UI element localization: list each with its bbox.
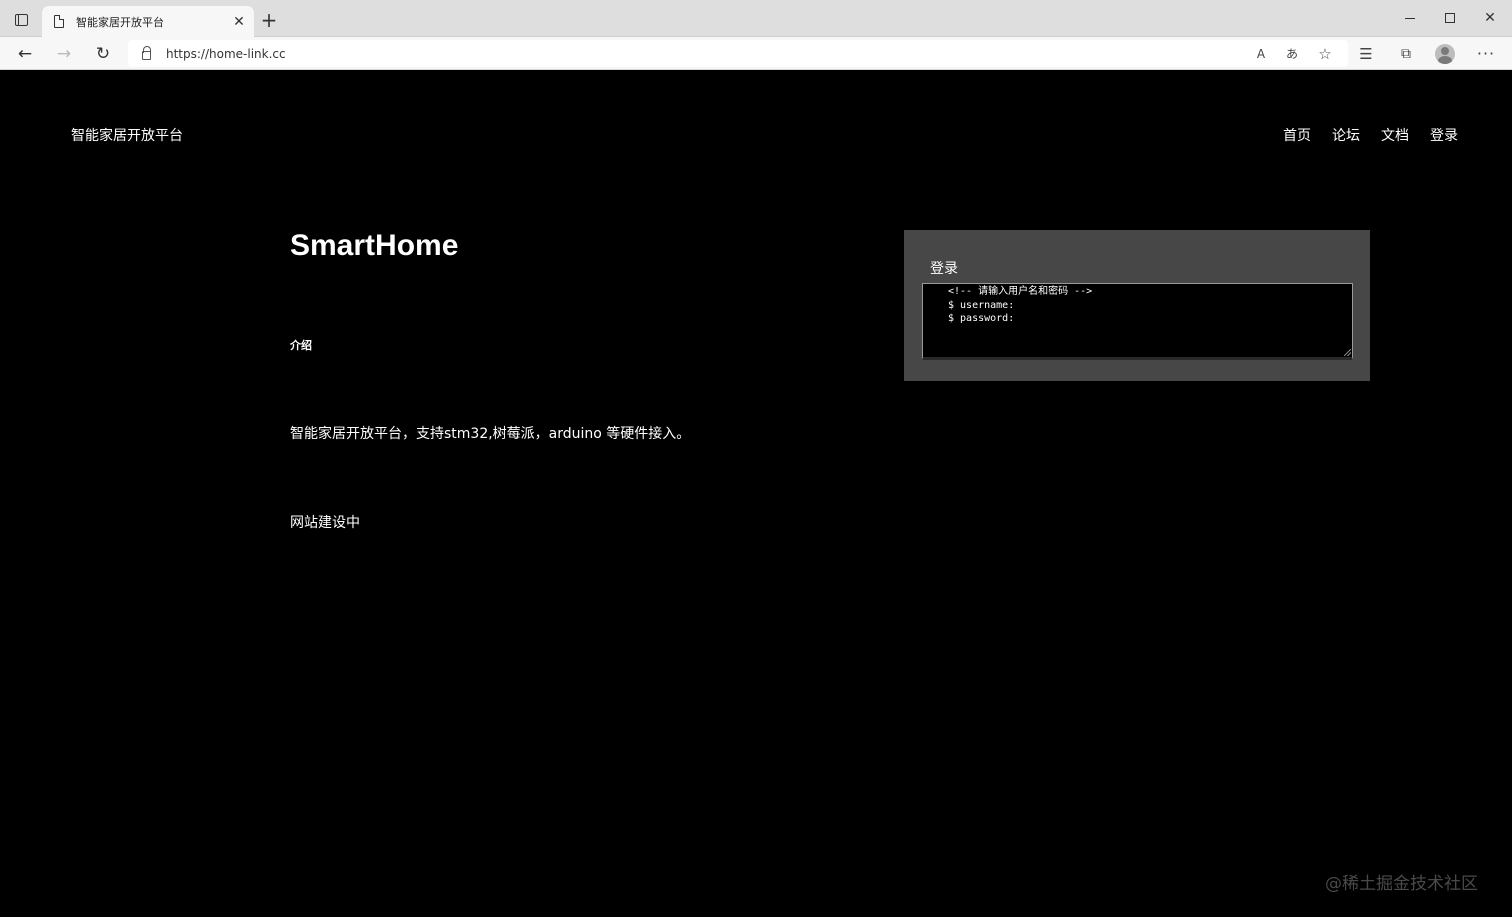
reload-icon[interactable]: ↻ (91, 42, 115, 66)
collections-icon[interactable]: ⧉ (1395, 43, 1417, 65)
add-favorite-icon[interactable]: ☆ (1314, 43, 1336, 65)
hero-title: SmartHome (290, 229, 459, 262)
nav-link-forum[interactable]: 论坛 (1332, 125, 1360, 145)
login-title: 登录 (930, 261, 958, 277)
tab-title: 智能家居开放平台 (76, 15, 164, 29)
back-icon[interactable]: ← (13, 42, 37, 66)
console-password-line: $ password: (948, 313, 1015, 324)
profile-icon[interactable] (1434, 43, 1456, 65)
browser-tab[interactable]: 智能家居开放平台 ✕ (42, 6, 254, 37)
watermark: @稀土掘金技术社区 (1325, 874, 1478, 894)
more-icon[interactable]: ··· (1475, 43, 1497, 65)
url-text[interactable]: https://home-link.cc (166, 47, 286, 61)
site-nav: 首页 论坛 文档 登录 (1283, 125, 1458, 145)
favorites-icon[interactable]: ☰ (1355, 43, 1377, 65)
resize-grip-icon[interactable] (1344, 349, 1351, 356)
translate-icon[interactable]: あ (1281, 43, 1303, 65)
address-bar[interactable]: https://home-link.cc (128, 40, 1348, 67)
browser-tab-bar: 智能家居开放平台 ✕ + ✕ (0, 0, 1512, 37)
intro-text: 智能家居开放平台，支持stm32,树莓派，arduino 等硬件接入。 (290, 426, 691, 442)
close-icon[interactable]: ✕ (1476, 8, 1504, 28)
read-aloud-icon[interactable]: A (1250, 43, 1272, 65)
page-icon (54, 15, 64, 28)
lock-icon[interactable] (142, 46, 151, 60)
site-title[interactable]: 智能家居开放平台 (71, 125, 183, 145)
web-page: 智能家居开放平台 首页 论坛 文档 登录 SmartHome 介绍 智能家居开放… (0, 71, 1512, 917)
nav-link-login[interactable]: 登录 (1430, 125, 1458, 145)
console-username-line: $ username: (948, 299, 1015, 311)
status-text: 网站建设中 (290, 515, 360, 531)
forward-icon[interactable]: → (52, 42, 76, 66)
minimize-icon[interactable] (1396, 8, 1424, 28)
new-tab-button[interactable]: + (259, 10, 279, 31)
tab-actions-icon[interactable] (10, 9, 32, 31)
section-label: 介绍 (290, 339, 312, 352)
console-comment-line: <!-- 请输入用户名和密码 --> (948, 286, 1093, 297)
tab-close-icon[interactable]: ✕ (230, 13, 248, 31)
login-panel: 登录 <!-- 请输入用户名和密码 --> $ username: $ pass… (904, 230, 1370, 381)
browser-toolbar: ← → ↻ https://home-link.cc A あ ☆ ☰ ⧉ ··· (0, 37, 1512, 70)
nav-link-home[interactable]: 首页 (1283, 125, 1311, 145)
maximize-icon[interactable] (1436, 8, 1464, 28)
nav-link-docs[interactable]: 文档 (1381, 125, 1409, 145)
login-console-textarea[interactable]: <!-- 请输入用户名和密码 --> $ username: $ passwor… (922, 283, 1353, 360)
